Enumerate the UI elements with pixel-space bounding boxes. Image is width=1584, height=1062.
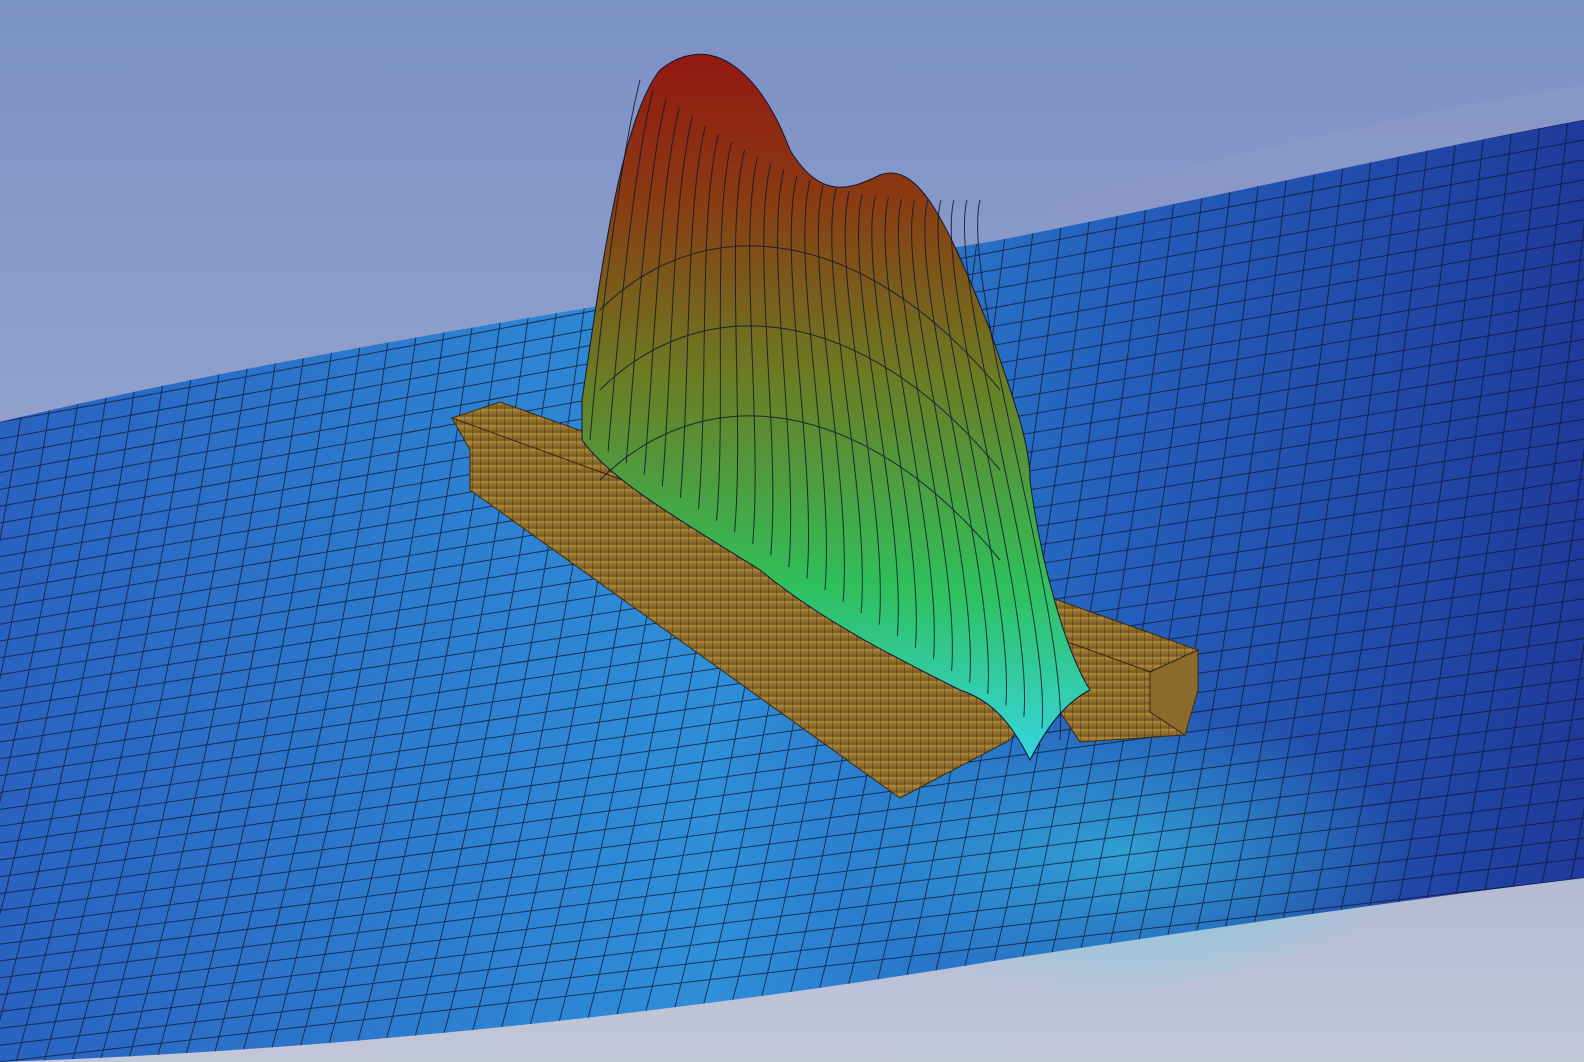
fem-scene	[0, 0, 1584, 1062]
fem-viewport	[0, 0, 1584, 1062]
